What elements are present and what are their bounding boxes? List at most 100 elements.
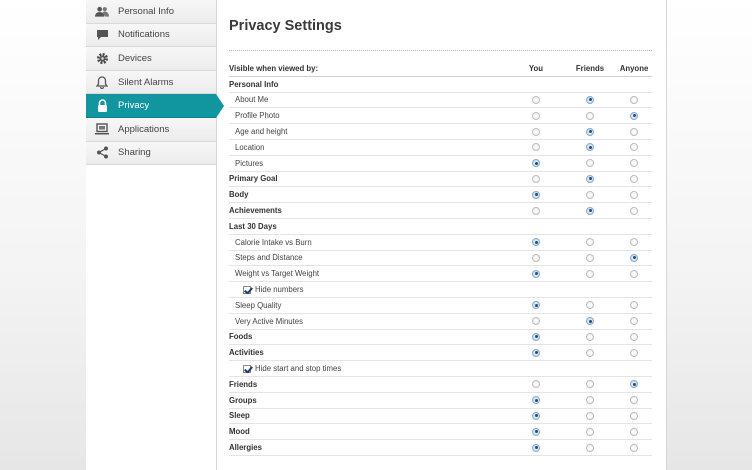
- radio-anyone[interactable]: [630, 206, 638, 215]
- radio-anyone[interactable]: [630, 317, 638, 326]
- row-label: Age and height: [235, 127, 288, 137]
- radio-friends[interactable]: [586, 348, 594, 357]
- row-label: Mood: [229, 427, 250, 437]
- column-cell: [508, 443, 564, 452]
- sidebar-item-silent-alarms[interactable]: Silent Alarms: [86, 70, 216, 95]
- checkbox-label[interactable]: Hide numbers: [229, 285, 508, 294]
- radio-anyone[interactable]: [630, 253, 638, 262]
- row-label: Calorie Intake vs Burn: [235, 237, 312, 247]
- hide-start-and-stop-times-checkbox[interactable]: [243, 364, 251, 373]
- radio-you[interactable]: [532, 427, 540, 436]
- radio-you[interactable]: [532, 411, 540, 420]
- privacy-row-friends: Friends: [229, 377, 652, 393]
- column-cell: [616, 443, 652, 452]
- radio-you[interactable]: [532, 190, 540, 199]
- column-cell: [564, 190, 616, 199]
- radio-anyone[interactable]: [630, 174, 638, 183]
- radio-anyone[interactable]: [630, 301, 638, 310]
- radio-friends[interactable]: [586, 159, 594, 168]
- column-you: You: [528, 63, 544, 73]
- column-cell: [564, 174, 616, 183]
- checkbox-text: Hide numbers: [255, 285, 304, 295]
- radio-friends[interactable]: [586, 238, 594, 247]
- radio-friends[interactable]: [586, 206, 594, 215]
- option-row-hide-numbers: Hide numbers: [229, 282, 652, 298]
- settings-sidebar: Personal Info Notifications Devices Silent …: [86, 0, 224, 470]
- radio-friends[interactable]: [586, 317, 594, 326]
- radio-anyone[interactable]: [630, 190, 638, 199]
- radio-friends[interactable]: [586, 396, 594, 405]
- radio-friends[interactable]: [586, 411, 594, 420]
- speech-bubble-icon: [95, 28, 109, 42]
- column-cell: [508, 159, 564, 168]
- radio-friends[interactable]: [586, 127, 594, 136]
- radio-anyone[interactable]: [630, 427, 638, 436]
- radio-anyone[interactable]: [630, 396, 638, 405]
- radio-you[interactable]: [532, 380, 540, 389]
- radio-friends[interactable]: [586, 95, 594, 104]
- radio-you[interactable]: [532, 111, 540, 120]
- radio-you[interactable]: [532, 301, 540, 310]
- radio-you[interactable]: [532, 396, 540, 405]
- column-cell: [508, 206, 564, 215]
- radio-anyone[interactable]: [630, 332, 638, 341]
- radio-you[interactable]: [532, 332, 540, 341]
- sidebar-item-privacy[interactable]: Privacy: [86, 93, 224, 118]
- radio-friends[interactable]: [586, 332, 594, 341]
- column-cell: [564, 95, 616, 104]
- hide-numbers-checkbox[interactable]: [243, 285, 251, 294]
- row-label: Location: [235, 142, 265, 152]
- column-cell: [616, 411, 652, 420]
- row-label: Allergies: [229, 443, 262, 453]
- radio-friends[interactable]: [586, 190, 594, 199]
- sidebar-item-devices[interactable]: Devices: [86, 47, 216, 71]
- radio-you[interactable]: [532, 206, 540, 215]
- radio-you[interactable]: [532, 127, 540, 136]
- radio-friends[interactable]: [586, 111, 594, 120]
- checkbox-label[interactable]: Hide start and stop times: [229, 364, 508, 373]
- radio-friends[interactable]: [586, 174, 594, 183]
- radio-you[interactable]: [532, 348, 540, 357]
- radio-friends[interactable]: [586, 427, 594, 436]
- radio-you[interactable]: [532, 174, 540, 183]
- radio-anyone[interactable]: [630, 411, 638, 420]
- column-cell: [564, 380, 616, 389]
- radio-you[interactable]: [532, 269, 540, 278]
- radio-anyone[interactable]: [630, 127, 638, 136]
- sidebar-item-applications[interactable]: Applications: [86, 117, 216, 142]
- radio-friends[interactable]: [586, 301, 594, 310]
- sidebar-item-sharing[interactable]: Sharing: [86, 141, 216, 166]
- radio-anyone[interactable]: [630, 95, 638, 104]
- radio-you[interactable]: [532, 238, 540, 247]
- radio-you[interactable]: [532, 443, 540, 452]
- column-cell: [564, 301, 616, 310]
- row-label: Pictures: [235, 158, 264, 168]
- radio-anyone[interactable]: [630, 269, 638, 278]
- radio-anyone[interactable]: [630, 111, 638, 120]
- column-cell: [564, 238, 616, 247]
- radio-you[interactable]: [532, 159, 540, 168]
- radio-friends[interactable]: [586, 143, 594, 152]
- radio-anyone[interactable]: [630, 238, 638, 247]
- sidebar-item-notifications[interactable]: Notifications: [86, 23, 216, 48]
- laptop-icon: [95, 122, 109, 136]
- radio-anyone[interactable]: [630, 443, 638, 452]
- radio-anyone[interactable]: [630, 143, 638, 152]
- radio-you[interactable]: [532, 253, 540, 262]
- column-cell: [616, 206, 652, 215]
- radio-you[interactable]: [532, 143, 540, 152]
- radio-friends[interactable]: [586, 269, 594, 278]
- sidebar-item-personal-info[interactable]: Personal Info: [86, 0, 216, 24]
- radio-you[interactable]: [532, 95, 540, 104]
- title-divider: [229, 50, 652, 51]
- radio-anyone[interactable]: [630, 380, 638, 389]
- radio-friends[interactable]: [586, 380, 594, 389]
- radio-anyone[interactable]: [630, 159, 638, 168]
- radio-anyone[interactable]: [630, 348, 638, 357]
- column-cell: [616, 174, 652, 183]
- radio-friends[interactable]: [586, 253, 594, 262]
- sidebar-item-label: Privacy: [118, 100, 150, 112]
- privacy-row-mood: Mood: [229, 424, 652, 441]
- radio-friends[interactable]: [586, 443, 594, 452]
- radio-you[interactable]: [532, 317, 540, 326]
